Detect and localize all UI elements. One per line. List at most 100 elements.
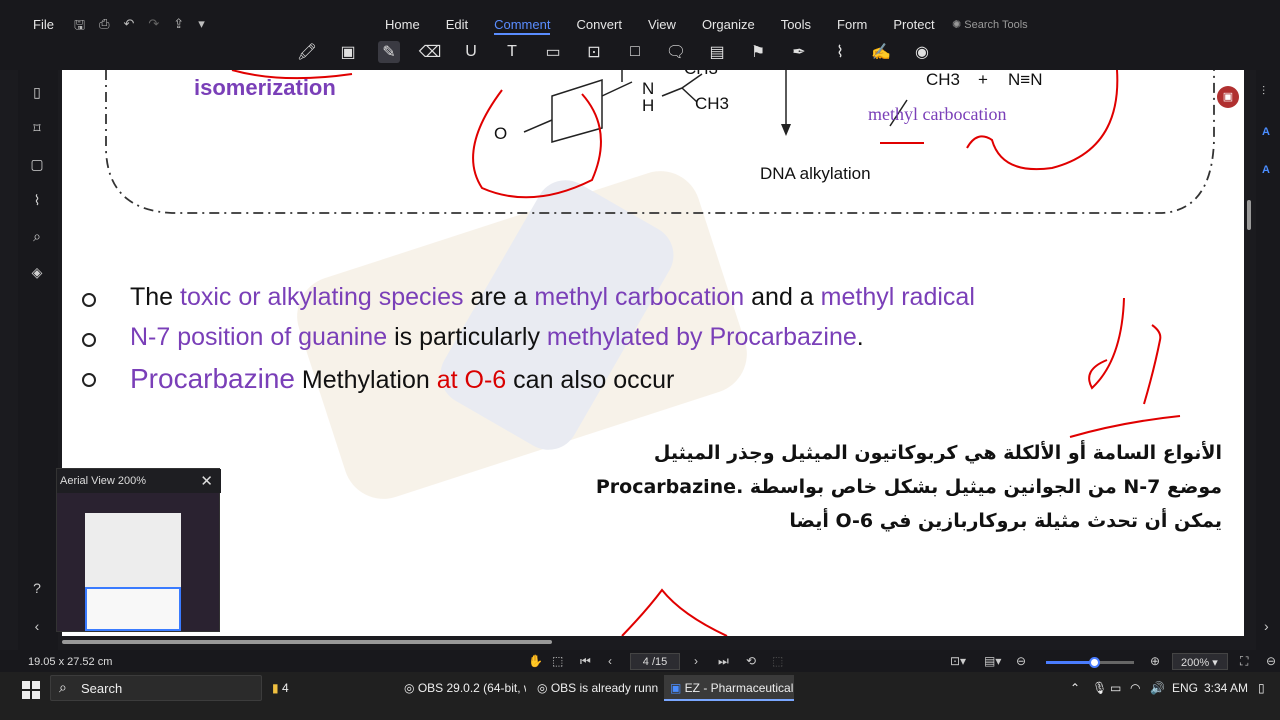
more-dropdown-icon[interactable]: ▾: [198, 16, 205, 38]
pencil-icon[interactable]: ✎: [378, 41, 400, 63]
redo-icon[interactable]: ↷: [148, 16, 159, 38]
stamp-icon[interactable]: ⚑: [747, 41, 769, 63]
obs-icon: ◎: [537, 681, 551, 695]
wifi-icon[interactable]: ◠: [1130, 681, 1140, 695]
comment-icon[interactable]: ▢: [28, 156, 46, 174]
fit-options-icon[interactable]: ⊡▾: [950, 654, 966, 668]
segment: toxic or alkylating species: [180, 283, 464, 311]
note-annotation-icon[interactable]: ▣: [1217, 86, 1239, 108]
taskbar-search[interactable]: ⌕ Search: [50, 675, 262, 701]
taskbar-item[interactable]: ▮ 4: [266, 675, 394, 701]
vertical-scrollbar[interactable]: [1247, 200, 1251, 230]
crop-icon[interactable]: ⬚: [772, 654, 783, 668]
close-icon[interactable]: ✕: [200, 472, 213, 490]
tab-organize[interactable]: Organize: [702, 17, 755, 35]
quick-access: 🖫 ⎙ ↶ ↷ ⇪ ▾: [74, 16, 205, 38]
menu-row: File 🖫 ⎙ ↶ ↷ ⇪ ▾ Home Edit Comment Conve…: [0, 14, 1280, 35]
segment: N-7 position of guanine: [130, 323, 388, 351]
segment: methyl radical: [820, 283, 975, 311]
highlight-icon[interactable]: 🖍: [296, 41, 318, 63]
collapse-right-icon[interactable]: ›: [1264, 618, 1269, 634]
eraser-icon[interactable]: ⌫: [419, 41, 442, 63]
collapse-left-icon[interactable]: ‹: [28, 618, 46, 636]
diazo-label: N≡N: [1008, 70, 1043, 89]
taskbar-item[interactable]: ◎ OBS is already running: [531, 675, 659, 701]
microphone-icon[interactable]: 🎙: [1092, 681, 1107, 695]
tab-form[interactable]: Form: [837, 17, 867, 35]
arabic-bullet-list: الأنواع السامة أو الألكلة هي كربوكاتيون …: [592, 442, 1222, 544]
document-page[interactable]: isomerization NH CH3 CH3 O DNA alkylatio…: [62, 70, 1244, 636]
note-icon[interactable]: 🗨: [665, 41, 687, 63]
page-icon[interactable]: ▯: [28, 84, 46, 102]
tab-convert[interactable]: Convert: [576, 17, 622, 35]
next-page-icon[interactable]: ›: [694, 654, 698, 668]
help-icon[interactable]: ?: [28, 580, 46, 598]
bookmark-icon[interactable]: ⌑: [28, 120, 46, 138]
save-icon[interactable]: 🖫: [74, 16, 85, 38]
segment: is particularly: [387, 323, 547, 351]
callout-icon[interactable]: ⊡: [583, 41, 605, 63]
text-icon[interactable]: T: [501, 41, 523, 63]
form-icon[interactable]: ✍: [870, 41, 892, 63]
tab-tools[interactable]: Tools: [781, 17, 811, 35]
layers-icon[interactable]: ◈: [28, 264, 46, 282]
zoom-out-icon[interactable]: ⊖: [1016, 654, 1026, 668]
language-indicator[interactable]: ENG: [1172, 681, 1198, 695]
zoom-value: 200%: [1181, 657, 1210, 669]
measure-icon[interactable]: ▤: [706, 41, 728, 63]
horizontal-scrollbar[interactable]: [62, 640, 552, 644]
viewport-rectangle[interactable]: [85, 587, 181, 631]
tab-edit[interactable]: Edit: [446, 17, 468, 35]
search-icon: ⌕: [59, 679, 67, 695]
tab-protect[interactable]: Protect: [893, 17, 934, 35]
clock[interactable]: 3:34 AM: [1204, 681, 1248, 695]
area-highlight-icon[interactable]: ▣: [337, 41, 359, 63]
tab-view[interactable]: View: [648, 17, 676, 35]
select-tool-icon[interactable]: ⬚: [552, 654, 563, 668]
search-icon[interactable]: ⌕: [28, 228, 46, 246]
page-display-icon[interactable]: ▤▾: [984, 654, 1001, 668]
attach-icon[interactable]: ⌇: [829, 41, 851, 63]
ai-tools-icon[interactable]: A: [1262, 164, 1270, 176]
settings-sliders-icon[interactable]: ⫶: [1262, 84, 1265, 99]
overflow-icon[interactable]: ⊖: [1266, 654, 1276, 668]
network-icon[interactable]: ▭: [1110, 681, 1121, 695]
search-tools[interactable]: ✺ Search Tools: [952, 18, 1028, 31]
segment: and a: [744, 283, 821, 311]
rotate-icon[interactable]: ⟲: [746, 654, 756, 668]
notification-icon[interactable]: ▯: [1258, 681, 1265, 695]
dna-alkylation-label: DNA alkylation: [760, 164, 871, 183]
tab-home[interactable]: Home: [385, 17, 420, 35]
hand-tool-icon[interactable]: ✋: [528, 654, 543, 668]
sign-icon[interactable]: ✒: [788, 41, 810, 63]
plus-charge-label: +: [978, 70, 988, 89]
zoom-slider[interactable]: [1046, 657, 1134, 668]
isomerization-label: isomerization: [194, 75, 336, 100]
zoom-in-icon[interactable]: ⊕: [1150, 654, 1160, 668]
fullscreen-icon[interactable]: ⛶: [1240, 654, 1248, 669]
first-page-icon[interactable]: ⏮: [580, 654, 591, 669]
attachment-icon[interactable]: ⌇: [28, 192, 46, 210]
textbox-icon[interactable]: ▭: [542, 41, 564, 63]
undo-icon[interactable]: ↶: [123, 16, 134, 38]
share-icon[interactable]: ⇪: [173, 16, 184, 38]
underline-icon[interactable]: U: [460, 41, 482, 63]
last-page-icon[interactable]: ⏭: [718, 654, 729, 669]
left-panel-rail: ▯ ⌑ ▢ ⌇ ⌕ ◈ ? ‹: [18, 70, 58, 650]
prev-page-icon[interactable]: ‹: [608, 654, 612, 668]
shape-icon[interactable]: □: [624, 41, 646, 63]
tab-comment[interactable]: Comment: [494, 17, 551, 35]
file-menu[interactable]: File: [33, 17, 54, 32]
taskbar-item[interactable]: ▣ EZ - Pharmaceutical c...: [664, 675, 794, 701]
eye-icon[interactable]: ◉: [911, 41, 933, 63]
windows-start-icon[interactable]: [22, 681, 40, 699]
page-indicator[interactable]: 4 /15: [630, 653, 680, 670]
zoom-slider-knob[interactable]: [1089, 657, 1101, 668]
zoom-select[interactable]: 200% ▾: [1172, 653, 1228, 670]
tray-overflow-icon[interactable]: ⌃: [1070, 681, 1080, 695]
taskbar-item[interactable]: ◎ OBS 29.0.2 (64-bit, wi...: [398, 675, 526, 701]
bullet-text: The toxic or alkylating species are a me…: [130, 283, 975, 312]
ai-assistant-icon[interactable]: A: [1262, 126, 1270, 138]
volume-icon[interactable]: 🔊: [1150, 681, 1165, 695]
print-icon[interactable]: ⎙: [99, 16, 109, 38]
